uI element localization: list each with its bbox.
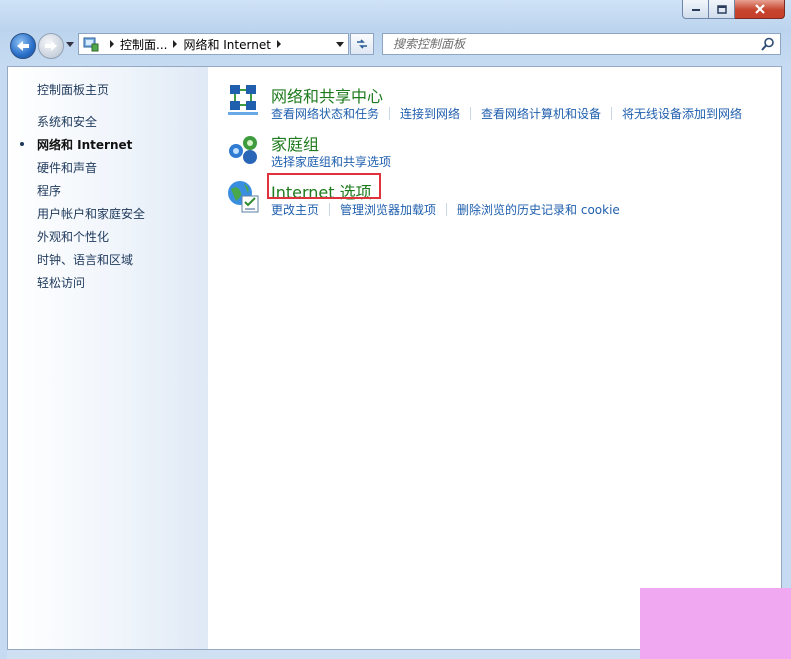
sidebar-list: 系统和安全 网络和 Internet 硬件和声音 程序 用户帐户和家庭安全 外观… — [19, 113, 145, 297]
close-icon — [754, 4, 765, 14]
link-divider — [389, 107, 391, 120]
maximize-icon — [716, 4, 727, 14]
window-controls — [682, 0, 785, 20]
link-view-network-status[interactable]: 查看网络状态和任务 — [271, 105, 379, 122]
breadcrumb-sep[interactable] — [173, 40, 178, 48]
refresh-icon — [357, 39, 367, 49]
link-connect-to-network[interactable]: 连接到网络 — [400, 105, 460, 122]
highlight-box — [267, 173, 381, 199]
recent-pages-dropdown[interactable] — [66, 42, 74, 47]
arrow-right-icon — [45, 41, 57, 51]
sidebar-item-hardware-sound[interactable]: 硬件和声音 — [37, 159, 145, 182]
address-dropdown[interactable] — [336, 42, 344, 47]
sidebar-item-system-security[interactable]: 系统和安全 — [37, 113, 145, 136]
link-delete-history-cookies[interactable]: 删除浏览的历史记录和 cookie — [457, 201, 620, 218]
internet-options-icon[interactable] — [226, 179, 262, 215]
link-divider — [329, 203, 331, 216]
maximize-button[interactable] — [709, 0, 735, 19]
minimize-button[interactable] — [682, 0, 709, 19]
control-panel-icon — [83, 36, 99, 52]
refresh-button[interactable] — [350, 33, 374, 55]
sidebar: 控制面板主页 系统和安全 网络和 Internet 硬件和声音 程序 用户帐户和… — [8, 67, 208, 649]
network-sharing-icon[interactable] — [226, 83, 262, 119]
link-divider — [611, 107, 613, 120]
address-bar[interactable]: 控制面... 网络和 Internet — [78, 33, 349, 55]
search-icon[interactable] — [761, 37, 775, 51]
content-area: 控制面板主页 系统和安全 网络和 Internet 硬件和声音 程序 用户帐户和… — [7, 66, 782, 650]
search-input[interactable] — [391, 36, 755, 52]
minimize-icon — [691, 9, 700, 11]
link-view-network-computers[interactable]: 查看网络计算机和设备 — [481, 105, 601, 122]
breadcrumb-control-panel[interactable]: 控制面... — [120, 36, 167, 53]
forward-button[interactable] — [38, 33, 64, 59]
link-homegroup-options[interactable]: 选择家庭组和共享选项 — [271, 153, 391, 170]
breadcrumb-sep[interactable] — [276, 40, 281, 48]
overlay-block — [640, 588, 791, 659]
link-divider — [470, 107, 472, 120]
category-links-network-sharing: 查看网络状态和任务 连接到网络 查看网络计算机和设备 将无线设备添加到网络 — [271, 105, 742, 122]
search-box[interactable] — [382, 33, 781, 55]
homegroup-icon[interactable] — [226, 131, 262, 167]
sidebar-item-appearance[interactable]: 外观和个性化 — [37, 228, 145, 251]
sidebar-item-user-accounts[interactable]: 用户帐户和家庭安全 — [37, 205, 145, 228]
sidebar-item-network-internet[interactable]: 网络和 Internet — [19, 136, 145, 159]
sidebar-item-ease-of-access[interactable]: 轻松访问 — [37, 274, 145, 297]
close-button[interactable] — [735, 0, 785, 19]
link-manage-addons[interactable]: 管理浏览器加载项 — [340, 201, 436, 218]
link-add-wireless-device[interactable]: 将无线设备添加到网络 — [622, 105, 742, 122]
category-links-internet-options: 更改主页 管理浏览器加载项 删除浏览的历史记录和 cookie — [271, 201, 620, 218]
category-title-homegroup[interactable]: 家庭组 — [271, 131, 319, 155]
breadcrumb-network-internet[interactable]: 网络和 Internet — [183, 36, 270, 53]
back-button[interactable] — [10, 33, 36, 59]
sidebar-item-programs[interactable]: 程序 — [37, 182, 145, 205]
category-links-homegroup: 选择家庭组和共享选项 — [271, 153, 391, 170]
category-title-network-sharing[interactable]: 网络和共享中心 — [271, 83, 383, 107]
breadcrumb-sep[interactable] — [110, 40, 114, 48]
link-divider — [446, 203, 448, 216]
arrow-left-icon — [17, 41, 29, 51]
sidebar-item-clock-language[interactable]: 时钟、语言和区域 — [37, 251, 145, 274]
link-change-home-page[interactable]: 更改主页 — [271, 201, 319, 218]
sidebar-home-link[interactable]: 控制面板主页 — [37, 81, 109, 98]
